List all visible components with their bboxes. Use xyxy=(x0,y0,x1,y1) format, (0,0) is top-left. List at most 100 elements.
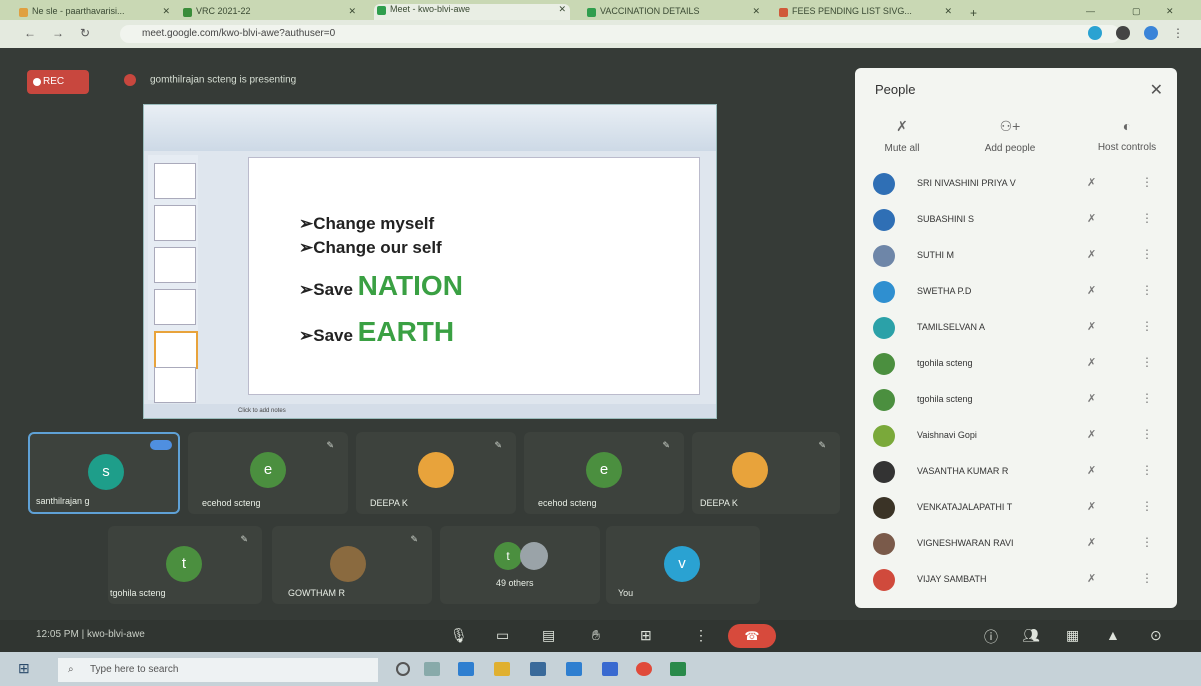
edge-icon[interactable] xyxy=(458,662,474,676)
more-options-icon[interactable]: ⋮ xyxy=(1141,571,1153,585)
mail-icon[interactable] xyxy=(566,662,582,676)
participant-tile[interactable]: ✎ DEEPA K xyxy=(692,432,840,514)
participant-name: Vaishnavi Gopi xyxy=(917,430,977,440)
minimize-icon[interactable]: — xyxy=(1080,6,1110,20)
more-options-icon[interactable]: ⋮ xyxy=(1141,211,1153,225)
browser-tab-active[interactable]: Meet - kwo-blvi-awe ✕ xyxy=(374,4,570,20)
task-view-icon[interactable] xyxy=(424,662,440,676)
participant-name: SUTHI M xyxy=(917,250,954,260)
browser-tab[interactable]: FEES PENDING LIST SIVG... ✕ xyxy=(776,6,956,20)
mic-off-icon: ✗ xyxy=(1087,501,1097,513)
more-options-icon[interactable]: ⋮ xyxy=(1141,319,1153,333)
close-tab-icon[interactable]: ✕ xyxy=(162,6,170,17)
windows-start-icon[interactable]: ⊞ xyxy=(18,660,30,677)
browser-tab[interactable]: VRC 2021-22 ✕ xyxy=(180,6,360,20)
mute-all-button[interactable]: ✗ Mute all xyxy=(857,118,947,154)
activities-icon[interactable]: ▲ xyxy=(1106,627,1120,643)
more-options-icon[interactable]: ⋮ xyxy=(1141,463,1153,477)
more-options-icon[interactable]: ⋮ xyxy=(1141,247,1153,261)
others-tile[interactable]: t 49 others xyxy=(440,526,600,604)
tab-favicon-icon xyxy=(587,8,596,17)
captions-icon[interactable]: ▤ xyxy=(542,627,555,644)
participant-tile[interactable]: s santhilrajan g xyxy=(28,432,180,514)
cortana-icon[interactable] xyxy=(396,662,410,676)
profile-avatar[interactable] xyxy=(1144,26,1158,40)
more-options-icon[interactable]: ⋮ xyxy=(694,627,708,644)
microphone-icon[interactable]: 🎙︎ xyxy=(450,627,468,644)
new-tab-button[interactable]: + xyxy=(966,6,986,20)
photos-icon[interactable] xyxy=(602,662,618,676)
camera-icon[interactable]: ▭ xyxy=(496,627,509,644)
reload-icon[interactable]: ↻ xyxy=(80,26,90,40)
maximize-icon[interactable]: ▢ xyxy=(1126,6,1156,20)
participant-row[interactable]: tgohila scteng ✗ ⋮ xyxy=(855,348,1177,380)
avatar xyxy=(873,209,895,231)
close-tab-icon[interactable]: ✕ xyxy=(944,6,952,17)
slide-thumbnails xyxy=(148,155,198,403)
participant-tile[interactable]: ✎ GOWTHAM R xyxy=(272,526,432,604)
info-icon[interactable]: ⓘ xyxy=(984,627,998,647)
lock-icon[interactable]: ⊙ xyxy=(1150,627,1162,644)
file-explorer-icon[interactable] xyxy=(494,662,510,676)
forward-icon[interactable]: → xyxy=(52,26,64,40)
participant-row[interactable]: VIJAY SAMBATH ✗ ⋮ xyxy=(855,564,1177,596)
close-window-icon[interactable]: ✕ xyxy=(1160,6,1190,20)
mic-off-icon: ✎ xyxy=(494,440,502,450)
browser-tab[interactable]: Ne sle - paarthavarisi... ✕ xyxy=(16,6,174,20)
add-person-icon: ⚇+ xyxy=(999,118,1021,134)
participant-tile[interactable]: ✎ e ecehod scteng xyxy=(188,432,348,514)
participant-name: GOWTHAM R xyxy=(288,588,345,598)
leave-call-button[interactable]: ☎︎ xyxy=(728,624,776,648)
extension-icon[interactable] xyxy=(1116,26,1130,40)
app-icon[interactable] xyxy=(670,662,686,676)
participant-tile[interactable]: ✎ t tgohila scteng xyxy=(108,526,262,604)
avatar xyxy=(330,546,366,582)
participant-row[interactable]: SRI NIVASHINI PRIYA V ✗ ⋮ xyxy=(855,168,1177,200)
tab-favicon-icon xyxy=(779,8,788,17)
taskbar-search-field[interactable]: ⌕ Type here to search xyxy=(58,658,378,682)
more-options-icon[interactable]: ⋮ xyxy=(1141,391,1153,405)
participant-row[interactable]: VIGNESHWARAN RAVI ✗ ⋮ xyxy=(855,528,1177,560)
close-tab-icon[interactable]: ✕ xyxy=(348,6,356,17)
store-icon[interactable] xyxy=(530,662,546,676)
close-tab-icon[interactable]: ✕ xyxy=(752,6,760,17)
participant-row[interactable]: tgohila scteng ✗ ⋮ xyxy=(855,384,1177,416)
participant-row[interactable]: VASANTHA KUMAR R ✗ ⋮ xyxy=(855,456,1177,488)
more-options-icon[interactable]: ⋮ xyxy=(1141,175,1153,189)
raise-hand-icon[interactable]: ✋︎ xyxy=(592,627,600,644)
chrome-icon[interactable] xyxy=(636,662,652,676)
more-options-icon[interactable]: ⋮ xyxy=(1141,427,1153,441)
close-icon[interactable]: ✕ xyxy=(1150,80,1163,100)
participant-name: SWETHA P.D xyxy=(917,286,972,296)
participant-row[interactable]: SUTHI M ✗ ⋮ xyxy=(855,240,1177,272)
close-tab-icon[interactable]: ✕ xyxy=(558,4,566,15)
participant-tile[interactable]: ✎ e ecehod scteng xyxy=(524,432,684,514)
more-options-icon[interactable]: ⋮ xyxy=(1141,499,1153,513)
more-options-icon[interactable]: ⋮ xyxy=(1141,283,1153,297)
menu-icon[interactable]: ⋮ xyxy=(1172,26,1184,40)
chat-icon[interactable]: ▦ xyxy=(1066,627,1079,644)
participant-row[interactable]: VENKATAJALAPATHI T ✗ ⋮ xyxy=(855,492,1177,524)
slide-thumbnail xyxy=(154,247,196,283)
people-icon[interactable]: 👥︎ xyxy=(1022,627,1040,644)
extension-icon[interactable] xyxy=(1088,26,1102,40)
url-field[interactable]: meet.google.com/kwo-blvi-awe?authuser=0 xyxy=(120,25,1120,43)
avatar xyxy=(873,425,895,447)
toggle-icon: ◐ xyxy=(1122,118,1132,134)
participant-row[interactable]: Vaishnavi Gopi ✗ ⋮ xyxy=(855,420,1177,452)
slide-canvas: ➢Change myself ➢Change our self ➢Save NA… xyxy=(248,157,700,395)
tab-favicon-icon xyxy=(183,8,192,17)
participant-tile[interactable]: ✎ DEEPA K xyxy=(356,432,516,514)
participant-row[interactable]: TAMILSELVAN A ✗ ⋮ xyxy=(855,312,1177,344)
self-tile[interactable]: v You xyxy=(606,526,760,604)
present-screen-icon[interactable]: ⊞ xyxy=(640,627,652,644)
mic-off-icon: ✎ xyxy=(818,440,826,450)
host-controls-button[interactable]: ◐ Host controls xyxy=(1077,118,1177,153)
back-icon[interactable]: ← xyxy=(24,26,36,40)
participant-row[interactable]: SWETHA P.D ✗ ⋮ xyxy=(855,276,1177,308)
participant-row[interactable]: SUBASHINI S ✗ ⋮ xyxy=(855,204,1177,236)
more-options-icon[interactable]: ⋮ xyxy=(1141,535,1153,549)
more-options-icon[interactable]: ⋮ xyxy=(1141,355,1153,369)
add-people-button[interactable]: ⚇+ Add people xyxy=(965,118,1055,154)
browser-tab[interactable]: VACCINATION DETAILS ✕ xyxy=(584,6,764,20)
